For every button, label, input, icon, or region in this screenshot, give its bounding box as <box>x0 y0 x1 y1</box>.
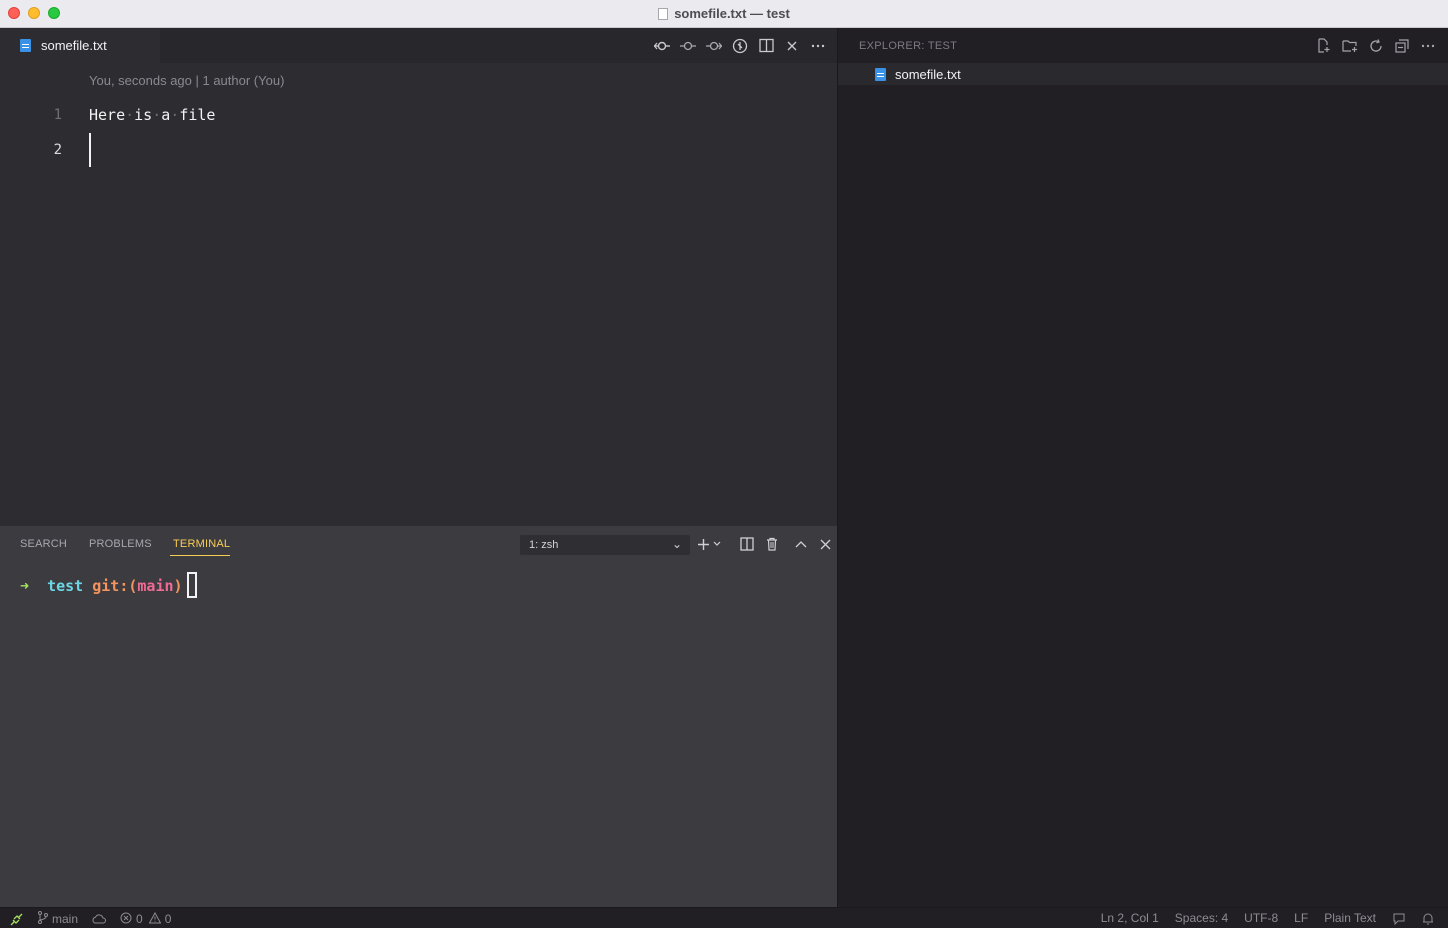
branch-name: main <box>52 912 79 926</box>
feedback-icon[interactable] <box>1392 912 1406 925</box>
tab-search[interactable]: SEARCH <box>20 538 67 550</box>
remote-icon[interactable] <box>10 913 23 926</box>
chevron-down-icon: ⌄ <box>671 537 682 551</box>
new-folder-icon[interactable] <box>1341 37 1358 54</box>
refresh-icon[interactable] <box>1367 37 1384 54</box>
indentation[interactable]: Spaces: 4 <box>1175 911 1228 925</box>
split-terminal-icon[interactable] <box>738 535 755 553</box>
error-count: 0 <box>136 912 143 926</box>
warning-count: 0 <box>164 912 172 926</box>
line-token: file <box>179 106 216 124</box>
warning-icon <box>148 911 162 927</box>
panel-actions <box>695 535 834 553</box>
tab-terminal[interactable]: TERMINAL <box>173 538 230 550</box>
explorer-file-label: somefile.txt <box>895 66 961 82</box>
status-right: Ln 2, Col 1 Spaces: 4 UTF-8 LF Plain Tex… <box>1101 911 1434 925</box>
prompt-git-close: ) <box>173 577 183 595</box>
error-icon <box>120 912 132 927</box>
tab-problems[interactable]: PROBLEMS <box>89 538 152 550</box>
code-line[interactable]: 1 Here·is·a·file <box>0 98 837 133</box>
active-tab-indicator <box>170 555 230 556</box>
close-panel-icon[interactable] <box>817 535 834 553</box>
text-cursor <box>89 133 91 167</box>
window-title-text: somefile.txt — test <box>674 6 790 21</box>
line-token: a <box>161 106 171 124</box>
terminal-select-value: 1: zsh <box>529 539 559 551</box>
prompt-directory: test <box>47 577 84 595</box>
editor-area: somefile.txt You, seconds ago | 1 author… <box>0 28 837 526</box>
prompt-git-label: git:( <box>92 577 138 595</box>
encoding[interactable]: UTF-8 <box>1244 911 1278 925</box>
problems-status[interactable]: 0 0 <box>120 911 172 927</box>
collapse-all-icon[interactable] <box>1393 37 1410 54</box>
language-mode[interactable]: Plain Text <box>1324 911 1376 925</box>
cursor-position[interactable]: Ln 2, Col 1 <box>1101 911 1159 925</box>
more-icon[interactable] <box>1419 37 1436 54</box>
git-commit-icon[interactable] <box>653 37 671 55</box>
line-number: 2 <box>53 142 62 158</box>
branch-status[interactable]: main <box>37 911 78 927</box>
split-editor-icon[interactable] <box>757 37 775 55</box>
bottom-panel: SEARCH PROBLEMS TERMINAL 1: zsh ⌄ ➜ test… <box>0 526 837 907</box>
next-change-icon[interactable] <box>705 37 723 55</box>
new-terminal-icon[interactable] <box>695 535 712 553</box>
text-file-icon <box>20 39 31 52</box>
bell-icon[interactable] <box>1422 912 1434 925</box>
editor-tab-somefile[interactable]: somefile.txt <box>0 28 160 63</box>
launch-profile-chevron-icon[interactable] <box>712 535 722 553</box>
explorer-actions <box>1315 37 1436 54</box>
new-file-icon[interactable] <box>1315 37 1332 54</box>
explorer-sidebar: EXPLORER: TEST somefile.txt <box>837 28 1448 907</box>
close-icon[interactable] <box>783 37 801 55</box>
window-title: somefile.txt — test <box>0 6 1448 21</box>
status-left: main 0 0 <box>10 911 171 927</box>
status-bar: main 0 0 Ln 2, Col 1 Spaces: 4 UTF-8 LF … <box>0 907 1448 928</box>
editor-tab-label: somefile.txt <box>41 38 107 53</box>
text-file-icon <box>875 67 886 81</box>
line-token: is <box>134 106 153 124</box>
line-text: Here·is·a·file <box>89 106 215 124</box>
maximize-panel-icon[interactable] <box>792 535 809 553</box>
whitespace-dot: · <box>152 106 162 124</box>
prompt-arrow: ➜ <box>20 577 30 595</box>
code-line[interactable]: 2 <box>0 133 837 168</box>
panel-tabs: SEARCH PROBLEMS TERMINAL 1: zsh ⌄ <box>0 526 837 562</box>
open-changes-icon[interactable] <box>731 37 749 55</box>
line-number: 1 <box>53 107 62 123</box>
terminal-prompt[interactable]: ➜ test git:(main) <box>20 572 197 598</box>
trash-icon[interactable] <box>763 535 780 553</box>
prompt-branch: main <box>137 577 174 595</box>
whitespace-dot: · <box>170 106 180 124</box>
git-blame-annotation[interactable]: You, seconds ago | 1 author (You) <box>89 73 284 88</box>
explorer-title: EXPLORER: TEST <box>859 40 958 52</box>
line-token: Here <box>89 106 126 124</box>
git-branch-icon <box>37 911 48 927</box>
terminal-select[interactable]: 1: zsh ⌄ <box>520 535 690 555</box>
sync-icon[interactable] <box>92 913 106 925</box>
terminal-cursor <box>186 572 197 598</box>
end-of-line[interactable]: LF <box>1294 911 1308 925</box>
previous-change-icon[interactable] <box>679 37 697 55</box>
title-bar: somefile.txt — test <box>0 0 1448 28</box>
explorer-file-item[interactable]: somefile.txt <box>838 63 1448 85</box>
editor-tab-bar: somefile.txt <box>0 28 837 63</box>
whitespace-dot: · <box>125 106 135 124</box>
editor-actions <box>653 28 827 63</box>
document-icon <box>658 8 669 20</box>
more-icon[interactable] <box>809 37 827 55</box>
